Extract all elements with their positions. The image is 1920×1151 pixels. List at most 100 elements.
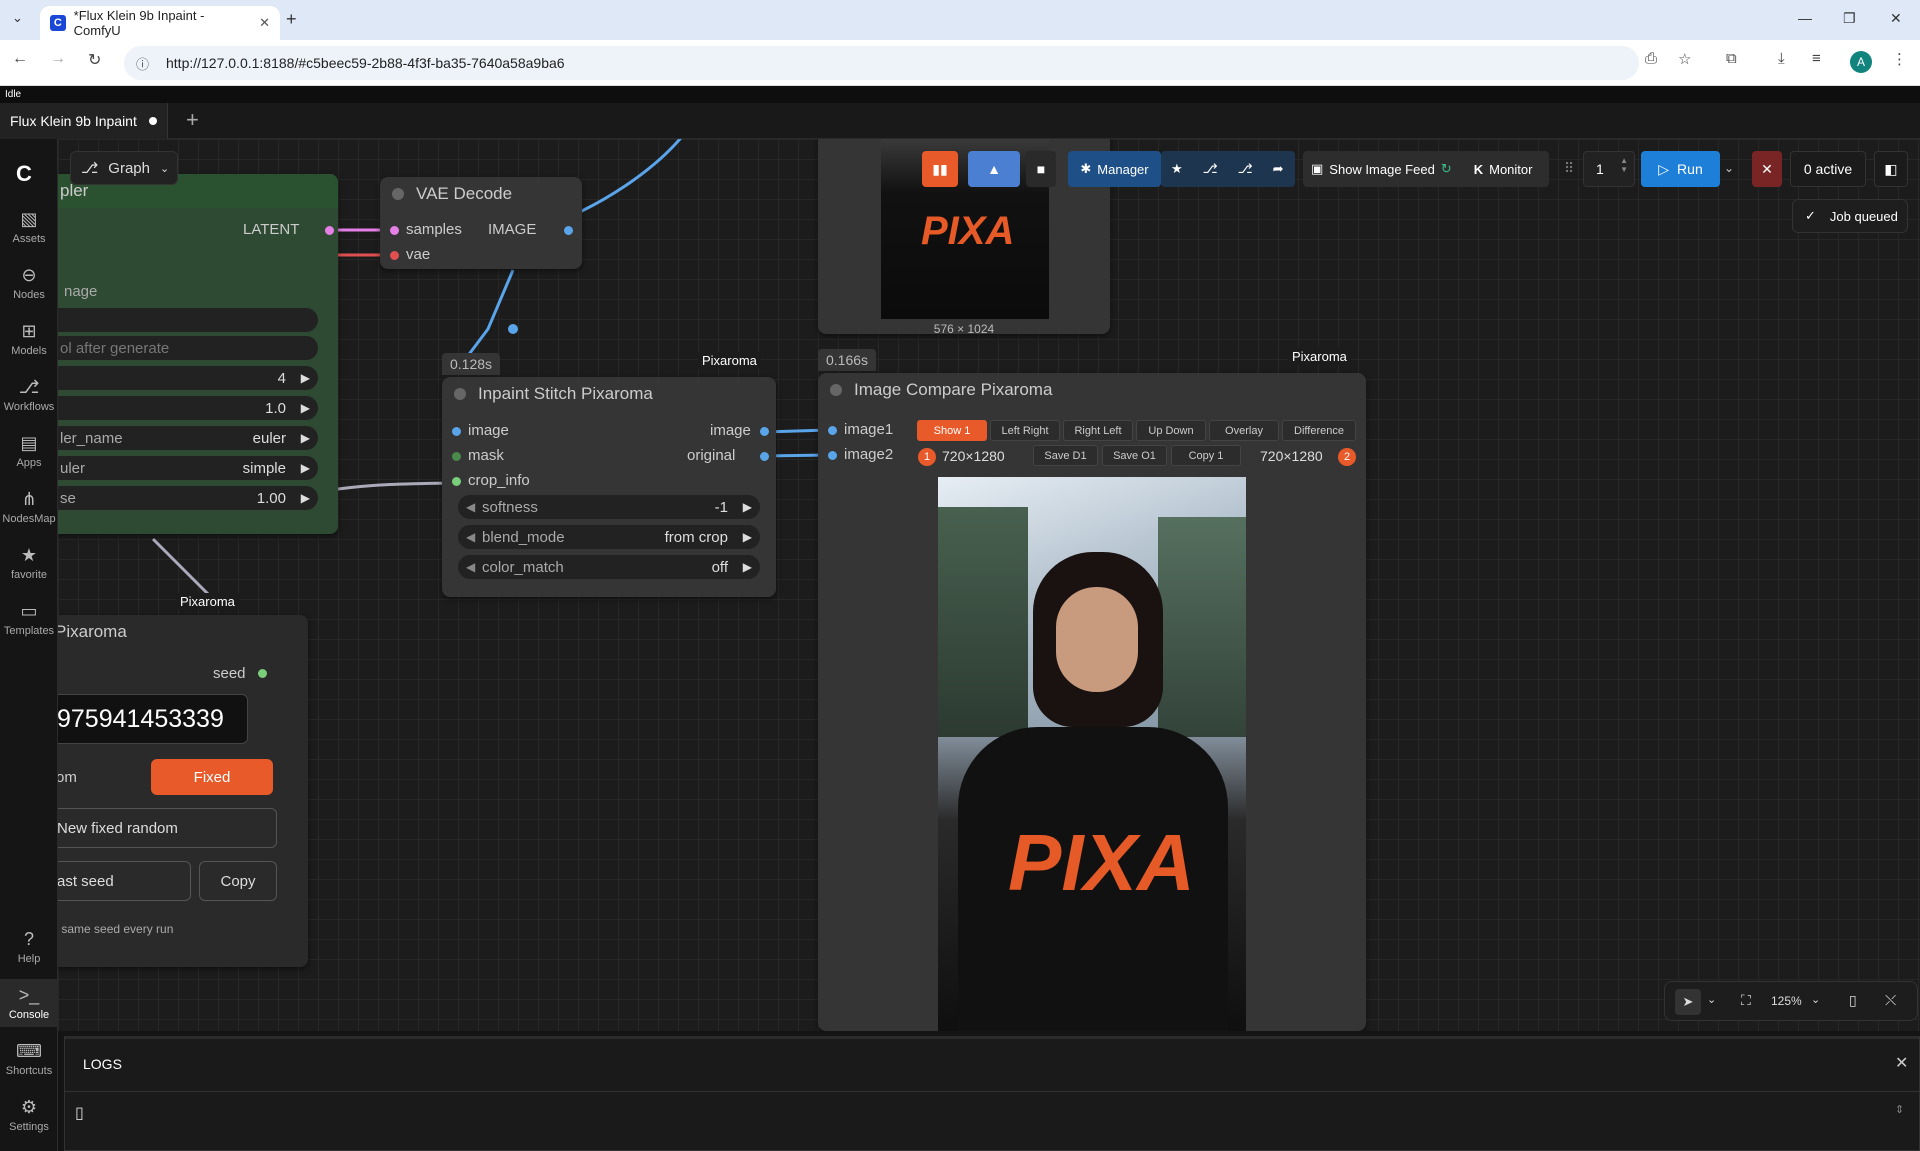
empty-text-widget[interactable] xyxy=(58,308,318,332)
graph-menu[interactable]: ⎇ Graph ⌄ xyxy=(70,151,178,185)
fit-view-icon[interactable]: ⛶ xyxy=(1741,992,1751,1009)
blend-mode-widget[interactable]: ◀ blend_mode from crop ▶ xyxy=(458,525,760,549)
image2-input-slot[interactable] xyxy=(828,451,837,460)
extensions-icon[interactable]: ⧉ xyxy=(1726,50,1737,67)
close-logs-icon[interactable]: ✕ xyxy=(1895,1053,1908,1073)
queue-count-input[interactable]: 1 ▲ ▼ xyxy=(1583,151,1635,187)
save-o1-button[interactable]: Save O1 xyxy=(1102,445,1167,466)
sidebar-item-shortcuts[interactable]: ⌨ Shortcuts xyxy=(0,1041,58,1077)
restore-icon[interactable]: ❐ xyxy=(1843,10,1856,27)
samples-input-slot[interactable] xyxy=(390,226,399,235)
sidebar-item-favorite[interactable]: ★ favorite xyxy=(0,545,58,581)
mask-input-slot[interactable] xyxy=(452,452,461,461)
image-compare-node[interactable]: Image Compare Pixaroma image1 image2 Sho… xyxy=(818,373,1366,1031)
tab-search-icon[interactable]: ⌄ xyxy=(12,10,23,26)
scheduler-widget[interactable]: uler simple ▶ xyxy=(58,456,318,480)
sidebar-item-models[interactable]: ⊞ Models xyxy=(0,321,58,357)
image-input-slot[interactable] xyxy=(452,427,461,436)
share-alt-icon[interactable]: ⎇ xyxy=(1238,161,1253,177)
last-seed-button[interactable]: ast seed xyxy=(58,861,191,901)
profile-avatar[interactable]: A xyxy=(1850,51,1872,73)
softness-widget[interactable]: ◀ softness -1 ▶ xyxy=(458,495,760,519)
seed-output-slot[interactable] xyxy=(258,669,267,678)
close-window-icon[interactable]: ✕ xyxy=(1890,10,1902,27)
copy1-button[interactable]: Copy 1 xyxy=(1171,445,1241,466)
minimap-icon[interactable]: ▯ xyxy=(1849,992,1857,1009)
console-cursor[interactable]: ▯ xyxy=(75,1103,84,1123)
run-button[interactable]: ▷ Run xyxy=(1641,151,1720,187)
scroll-icon[interactable]: ⇕ xyxy=(1895,1103,1904,1116)
image-output-slot[interactable] xyxy=(760,427,769,436)
zoom-chevron-icon[interactable]: ⌄ xyxy=(1811,993,1820,1006)
image-output-slot[interactable] xyxy=(564,226,573,235)
mode-left-right-button[interactable]: Left Right xyxy=(990,420,1060,441)
toggle-panel-button[interactable]: ◧ xyxy=(1874,151,1908,187)
install-app-icon[interactable]: ⎙ xyxy=(1645,50,1657,67)
pixaroma-logo-button[interactable]: ▲ xyxy=(968,151,1020,187)
copy-seed-button[interactable]: Copy xyxy=(199,861,277,901)
sidebar-item-templates[interactable]: ▭ Templates xyxy=(0,601,58,637)
sidebar-item-settings[interactable]: ⚙ Settings xyxy=(0,1097,58,1133)
vae-decode-node[interactable]: VAE Decode samples vae IMAGE xyxy=(380,177,582,269)
minimize-icon[interactable]: — xyxy=(1798,10,1812,26)
sampler-name-widget[interactable]: ler_name euler ▶ xyxy=(58,426,318,450)
image1-input-slot[interactable] xyxy=(828,426,837,435)
active-jobs-button[interactable]: 0 active xyxy=(1790,151,1866,187)
mode-show1-button[interactable]: Show 1 xyxy=(917,420,987,441)
mode-overlay-button[interactable]: Overlay xyxy=(1209,420,1279,441)
manager-button[interactable]: ✱ Manager xyxy=(1068,151,1161,187)
reload-icon[interactable]: ↻ xyxy=(88,50,101,70)
browser-tab[interactable]: C *Flux Klein 9b Inpaint - ComfyU ✕ xyxy=(40,6,280,40)
share-icon[interactable]: ⎇ xyxy=(1203,161,1218,177)
original-output-slot[interactable] xyxy=(760,452,769,461)
random-mode-button[interactable]: om xyxy=(58,759,143,795)
hide-links-icon[interactable]: ⤬ xyxy=(1885,992,1896,1009)
zoom-level[interactable]: 125% xyxy=(1771,994,1802,1008)
monitor-button[interactable]: Monitor xyxy=(1489,162,1532,177)
bookmark-button[interactable]: ■ xyxy=(1026,151,1056,187)
ksampler-node[interactable]: pler LATENT nage ol after generate 4 ▶ 1.… xyxy=(58,174,338,534)
cfg-widget[interactable]: 1.0 ▶ xyxy=(58,396,318,420)
star-icon[interactable]: ★ xyxy=(1171,161,1183,177)
back-icon[interactable]: ← xyxy=(12,50,28,68)
inpaint-stitch-node[interactable]: Inpaint Stitch Pixaroma image mask crop_… xyxy=(442,377,776,597)
bookmark-star-icon[interactable]: ☆ xyxy=(1678,50,1691,68)
new-fixed-random-button[interactable]: New fixed random xyxy=(58,808,277,848)
latent-output-slot[interactable] xyxy=(325,226,334,235)
steps-widget[interactable]: 4 ▶ xyxy=(58,366,318,390)
close-tab-icon[interactable]: ✕ xyxy=(259,15,270,31)
browser-menu-icon[interactable]: ⋮ xyxy=(1892,50,1907,68)
mode-difference-button[interactable]: Difference xyxy=(1282,420,1356,441)
denoise-widget[interactable]: se 1.00 ▶ xyxy=(58,486,318,510)
new-tab-icon[interactable]: + xyxy=(286,9,297,30)
cancel-run-button[interactable]: ✕ xyxy=(1752,151,1782,187)
seed-node[interactable]: Pixaroma seed 975941453339 om Fixed New … xyxy=(58,615,308,967)
sidebar-item-console[interactable]: >_ Console xyxy=(0,979,58,1027)
sidebar-item-workflows[interactable]: ⎇ Workflows xyxy=(0,377,58,413)
forward-share-icon[interactable]: ➦ xyxy=(1273,161,1284,177)
mode-up-down-button[interactable]: Up Down xyxy=(1136,420,1206,441)
color-match-widget[interactable]: ◀ color_match off ▶ xyxy=(458,555,760,579)
vae-input-slot[interactable] xyxy=(390,251,399,260)
drag-handle-icon[interactable]: ⠿ xyxy=(1564,160,1574,177)
crop-info-input-slot[interactable] xyxy=(452,477,461,486)
media-icon[interactable]: ≡ xyxy=(1812,50,1821,67)
select-tool-icon[interactable]: ➤ xyxy=(1675,989,1701,1015)
save-d1-button[interactable]: Save D1 xyxy=(1033,445,1098,466)
seed-value-display[interactable]: 975941453339 xyxy=(58,694,248,744)
show-image-feed-button[interactable]: Show Image Feed xyxy=(1329,162,1435,177)
downloads-icon[interactable]: ⤓ xyxy=(1778,50,1785,67)
workflow-tab[interactable]: Flux Klein 9b Inpaint xyxy=(0,103,168,139)
site-info-icon[interactable]: ⓘ xyxy=(136,54,149,73)
sidebar-item-nodes[interactable]: ⊖ Nodes xyxy=(0,265,58,301)
sidebar-item-nodesmap[interactable]: ⋔ NodesMap xyxy=(0,489,58,525)
add-workflow-button[interactable]: + xyxy=(186,107,199,133)
tool-chevron-icon[interactable]: ⌄ xyxy=(1707,993,1716,1006)
graph-canvas[interactable]: pler LATENT nage ol after generate 4 ▶ 1.… xyxy=(58,139,1920,1031)
mode-right-left-button[interactable]: Right Left xyxy=(1063,420,1133,441)
forward-icon[interactable]: → xyxy=(50,50,66,68)
pixaroma-audio-button[interactable]: ▮▮ xyxy=(922,151,958,187)
comfy-logo-icon[interactable]: C xyxy=(16,161,32,187)
sidebar-item-apps[interactable]: ▤ Apps xyxy=(0,433,58,469)
fixed-mode-button[interactable]: Fixed xyxy=(151,759,273,795)
